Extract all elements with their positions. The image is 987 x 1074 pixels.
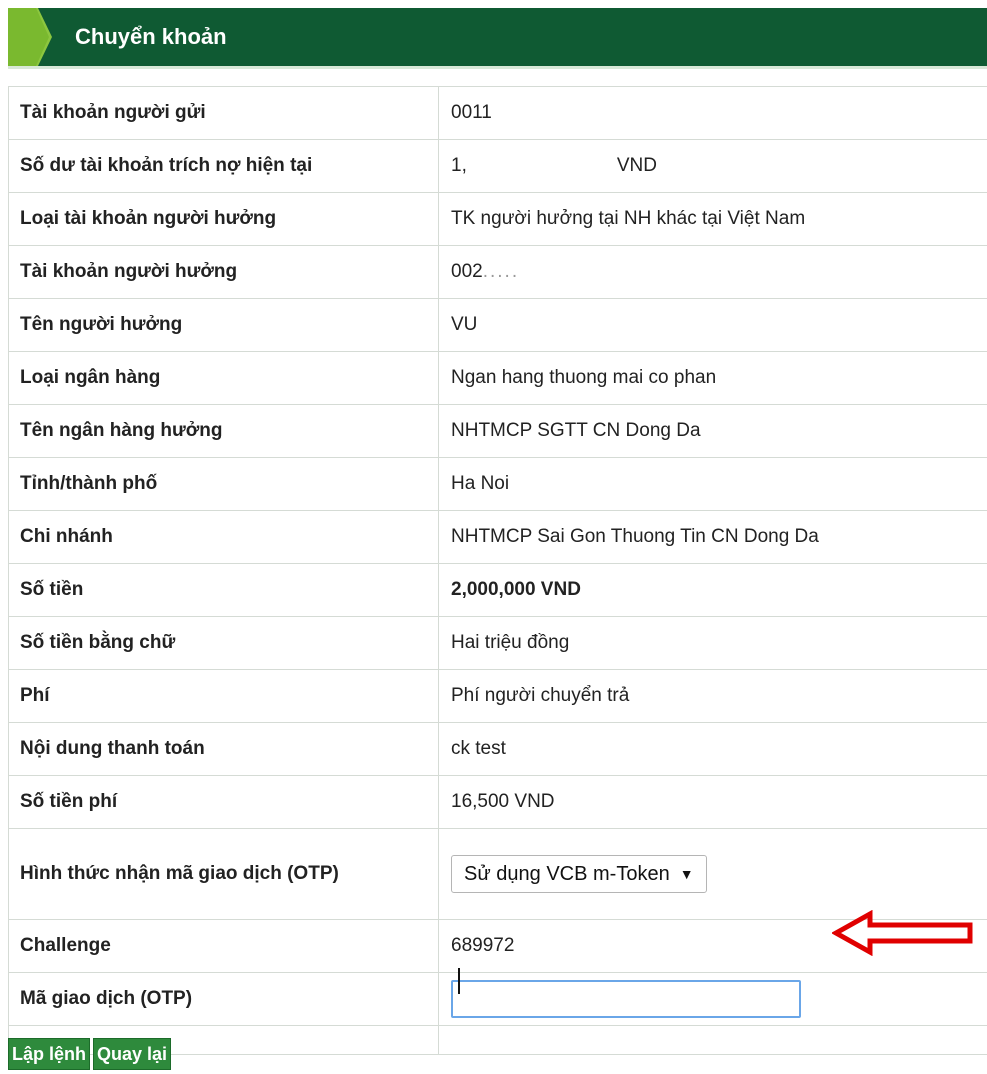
row-otp-method: Hình thức nhận mã giao dịch (OTP) Sử dụn… (8, 828, 987, 920)
back-button[interactable]: Quay lại (93, 1038, 172, 1070)
header-divider (8, 66, 987, 69)
row-beneficiary-bank: Tên ngân hàng hưởng NHTMCP SGTT CN Dong … (8, 404, 987, 458)
beneficiary-account-type-label: Loại tài khoản người hưởng (8, 192, 439, 246)
balance-prefix: 1, (451, 155, 467, 176)
fee-amount-label: Số tiền phí (8, 775, 439, 829)
fee-label: Phí (8, 669, 439, 723)
branch-label: Chi nhánh (8, 510, 439, 564)
header-chevron-icon (8, 8, 52, 66)
payment-content-label: Nội dung thanh toán (8, 722, 439, 776)
row-sender-account: Tài khoản người gửi 0011 (8, 87, 987, 140)
otp-method-select[interactable]: Sử dụng VCB m-Token ▼ (451, 855, 707, 893)
sender-account-value: 0011 (438, 87, 987, 140)
otp-method-label: Hình thức nhận mã giao dịch (OTP) (8, 828, 439, 920)
row-amount-words: Số tiền bằng chữ Hai triệu đồng (8, 616, 987, 670)
bank-type-value: Ngan hang thuong mai co phan (438, 351, 987, 405)
otp-method-cell: Sử dụng VCB m-Token ▼ (438, 828, 987, 920)
sender-account-label: Tài khoản người gửi (8, 87, 439, 140)
row-bank-type: Loại ngân hàng Ngan hang thuong mai co p… (8, 351, 987, 405)
beneficiary-name-label: Tên người hưởng (8, 298, 439, 352)
row-beneficiary-name: Tên người hưởng VU (8, 298, 987, 352)
row-balance: Số dư tài khoản trích nợ hiện tại 1, VND (8, 139, 987, 193)
row-beneficiary-account-type: Loại tài khoản người hưởng TK người hưởn… (8, 192, 987, 246)
bank-type-label: Loại ngân hàng (8, 351, 439, 405)
spacer-cell-right (438, 1025, 987, 1055)
row-otp-code: Mã giao dịch (OTP) (8, 972, 987, 1026)
amount-words-label: Số tiền bằng chữ (8, 616, 439, 670)
beneficiary-account-mask: ..... (482, 261, 520, 282)
beneficiary-bank-value: NHTMCP SGTT CN Dong Da (438, 404, 987, 458)
page-title: Chuyển khoản (75, 24, 227, 49)
beneficiary-account-prefix: 002 (451, 261, 483, 282)
challenge-label: Challenge (8, 919, 439, 973)
beneficiary-account-type-value: TK người hưởng tại NH khác tại Việt Nam (438, 192, 987, 246)
text-cursor (458, 968, 460, 994)
balance-currency: VND (616, 155, 657, 176)
amount-value: 2,000,000 VND (438, 563, 987, 617)
row-province: Tỉnh/thành phố Ha Noi (8, 457, 987, 511)
submit-order-button[interactable]: Lập lệnh (8, 1038, 91, 1070)
beneficiary-name-value: VU (438, 298, 987, 352)
action-buttons: Lập lệnh Quay lại (8, 1038, 172, 1070)
amount-label: Số tiền (8, 563, 439, 617)
beneficiary-account-label: Tài khoản người hưởng (8, 245, 439, 299)
branch-value: NHTMCP Sai Gon Thuong Tin CN Dong Da (438, 510, 987, 564)
province-value: Ha Noi (438, 457, 987, 511)
otp-code-cell (438, 972, 987, 1026)
beneficiary-bank-label: Tên ngân hàng hưởng (8, 404, 439, 458)
otp-code-label: Mã giao dịch (OTP) (8, 972, 439, 1026)
row-amount: Số tiền 2,000,000 VND (8, 563, 987, 617)
amount-words-value: Hai triệu đồng (438, 616, 987, 670)
balance-label: Số dư tài khoản trích nợ hiện tại (8, 139, 439, 193)
otp-code-input[interactable] (451, 980, 801, 1018)
page-header: Chuyển khoản (8, 8, 987, 66)
red-arrow-left-icon (832, 910, 973, 956)
row-beneficiary-account: Tài khoản người hưởng 002..... (8, 245, 987, 299)
chevron-down-icon: ▼ (679, 866, 694, 882)
row-branch: Chi nhánh NHTMCP Sai Gon Thuong Tin CN D… (8, 510, 987, 564)
row-fee: Phí Phí người chuyển trả (8, 669, 987, 723)
row-payment-content: Nội dung thanh toán ck test (8, 722, 987, 776)
beneficiary-account-value: 002..... (438, 245, 987, 299)
otp-method-selected: Sử dụng VCB m-Token (464, 862, 670, 885)
province-label: Tỉnh/thành phố (8, 457, 439, 511)
payment-content-value: ck test (438, 722, 987, 776)
balance-value: 1, VND (438, 139, 987, 193)
fee-amount-value: 16,500 VND (438, 775, 987, 829)
row-fee-amount: Số tiền phí 16,500 VND (8, 775, 987, 829)
fee-value: Phí người chuyển trả (438, 669, 987, 723)
